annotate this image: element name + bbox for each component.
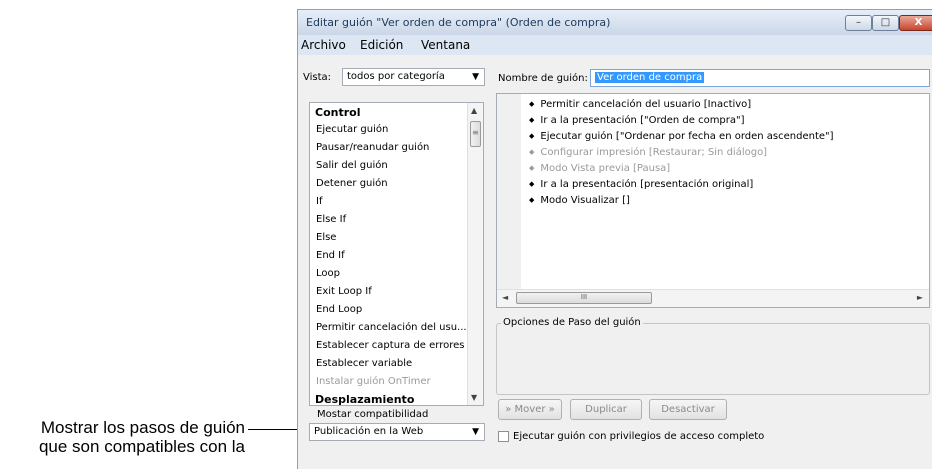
bullet-icon: ◆	[529, 100, 535, 108]
chevron-down-icon: ▼	[472, 427, 479, 437]
scroll-down-icon[interactable]: ▼	[471, 393, 477, 402]
script-step[interactable]: ◆ Ir a la presentación ["Orden de compra"…	[529, 115, 745, 126]
grip-icon: ≡	[472, 128, 479, 137]
list-item[interactable]: Establecer variable	[316, 358, 412, 369]
callout-line-1: Mostrar los pasos de guión	[40, 418, 245, 437]
horizontal-scrollbar[interactable]: ◄ III ►	[497, 289, 929, 307]
script-step-text: Modo Visualizar []	[540, 195, 630, 206]
maximize-button[interactable]: □	[872, 15, 899, 31]
list-item[interactable]: Loop	[316, 268, 340, 279]
bullet-icon: ◆	[529, 132, 535, 140]
list-item[interactable]: Exit Loop If	[316, 286, 372, 297]
list-category-desplazamiento[interactable]: Desplazamiento	[315, 393, 414, 405]
vertical-scrollbar[interactable]: ▲ ≡ ▼	[467, 103, 483, 405]
list-item[interactable]: End Loop	[316, 304, 362, 315]
scroll-left-icon[interactable]: ◄	[502, 293, 508, 302]
script-step[interactable]: ◆ Ejecutar guión ["Ordenar por fecha en o…	[529, 131, 834, 142]
script-step-text: Modo Vista previa [Pausa]	[540, 163, 671, 174]
edit-script-window: Editar guión "Ver orden de compra" (Orde…	[297, 9, 932, 469]
grip-icon: III	[580, 293, 588, 301]
scroll-up-icon[interactable]: ▲	[471, 106, 477, 115]
script-step-text: Ir a la presentación [presentación origi…	[540, 179, 754, 190]
script-step-disabled[interactable]: ◆ Configurar impresión [Restaurar; Sin di…	[529, 147, 767, 158]
callout-line-2: que son compatibles con la	[38, 437, 245, 456]
script-steps-editor[interactable]: ◆ Permitir cancelación del usuario [Inact…	[496, 93, 930, 308]
script-step[interactable]: ◆ Ir a la presentación [presentación orig…	[529, 179, 753, 190]
steps-gutter	[497, 94, 521, 290]
script-steps-list[interactable]: Control Ejecutar guión Pausar/reanudar g…	[309, 102, 484, 406]
list-item[interactable]: Else If	[316, 214, 346, 225]
script-step-text: Ir a la presentación ["Orden de compra"]	[540, 115, 745, 126]
list-item[interactable]: Establecer captura de errores	[316, 340, 464, 351]
list-item-disabled[interactable]: Instalar guión OnTimer	[316, 376, 431, 387]
script-step-text: Configurar impresión [Restaurar; Sin diá…	[540, 147, 768, 158]
close-button[interactable]: X	[899, 15, 932, 31]
list-item[interactable]: Detener guión	[316, 178, 388, 189]
bullet-icon: ◆	[529, 196, 535, 204]
view-select[interactable]: todos por categoría ▼	[342, 68, 485, 86]
view-select-value: todos por categoría	[347, 71, 445, 82]
script-step[interactable]: ◆ Modo Visualizar []	[529, 195, 630, 206]
script-step-disabled[interactable]: ◆ Modo Vista previa [Pausa]	[529, 163, 670, 174]
script-step-text: Permitir cancelación del usuario [Inacti…	[540, 99, 752, 110]
script-name-input[interactable]: Ver orden de compra	[590, 69, 930, 87]
callout-annotation: Mostrar los pasos de guión que son compa…	[0, 418, 245, 456]
scroll-thumb[interactable]: ≡	[470, 121, 481, 147]
menu-archivo[interactable]: Archivo	[301, 38, 346, 52]
step-options-legend: Opciones de Paso del guión	[501, 317, 643, 328]
duplicate-button[interactable]: Duplicar	[570, 399, 642, 420]
script-name-value: Ver orden de compra	[595, 72, 705, 83]
move-button[interactable]: » Mover »	[498, 399, 562, 420]
scroll-thumb[interactable]: III	[516, 292, 652, 304]
full-access-label: Ejecutar guión con privilegios de acceso…	[513, 431, 765, 442]
window-title: Editar guión "Ver orden de compra" (Orde…	[306, 16, 611, 29]
bullet-icon: ◆	[529, 116, 535, 124]
compat-label: Mostar compatibilidad	[317, 409, 429, 420]
compat-select[interactable]: Publicación en la Web ▼	[309, 423, 485, 441]
menu-bar: Archivo Edición Ventana	[298, 35, 932, 55]
view-label: Vista:	[303, 72, 332, 83]
bullet-icon: ◆	[529, 180, 535, 188]
list-item[interactable]: Ejecutar guión	[316, 124, 388, 135]
disable-button[interactable]: Desactivar	[649, 399, 727, 420]
list-category-control[interactable]: Control	[315, 106, 360, 119]
list-item[interactable]: Salir del guión	[316, 160, 388, 171]
minimize-button[interactable]: –	[845, 15, 872, 31]
dialog-body: Vista: todos por categoría ▼ Control Eje…	[298, 55, 932, 469]
bullet-icon: ◆	[529, 148, 535, 156]
script-name-label: Nombre de guión:	[498, 73, 588, 84]
list-item[interactable]: Else	[316, 232, 336, 243]
script-step-text: Ejecutar guión ["Ordenar por fecha en or…	[540, 131, 834, 142]
list-item[interactable]: If	[316, 196, 322, 207]
title-bar: Editar guión "Ver orden de compra" (Orde…	[298, 10, 932, 35]
list-item[interactable]: Permitir cancelación del usu...	[316, 322, 467, 333]
menu-ventana[interactable]: Ventana	[421, 38, 470, 52]
full-access-checkbox[interactable]	[498, 431, 509, 442]
chevron-down-icon: ▼	[472, 72, 479, 82]
menu-edicion[interactable]: Edición	[360, 38, 403, 52]
list-item[interactable]: End If	[316, 250, 345, 261]
list-item[interactable]: Pausar/reanudar guión	[316, 142, 429, 153]
bullet-icon: ◆	[529, 164, 535, 172]
compat-select-value: Publicación en la Web	[314, 426, 424, 437]
step-options-group: Opciones de Paso del guión	[496, 317, 930, 395]
script-step[interactable]: ◆ Permitir cancelación del usuario [Inact…	[529, 99, 751, 110]
scroll-right-icon[interactable]: ►	[917, 293, 923, 302]
